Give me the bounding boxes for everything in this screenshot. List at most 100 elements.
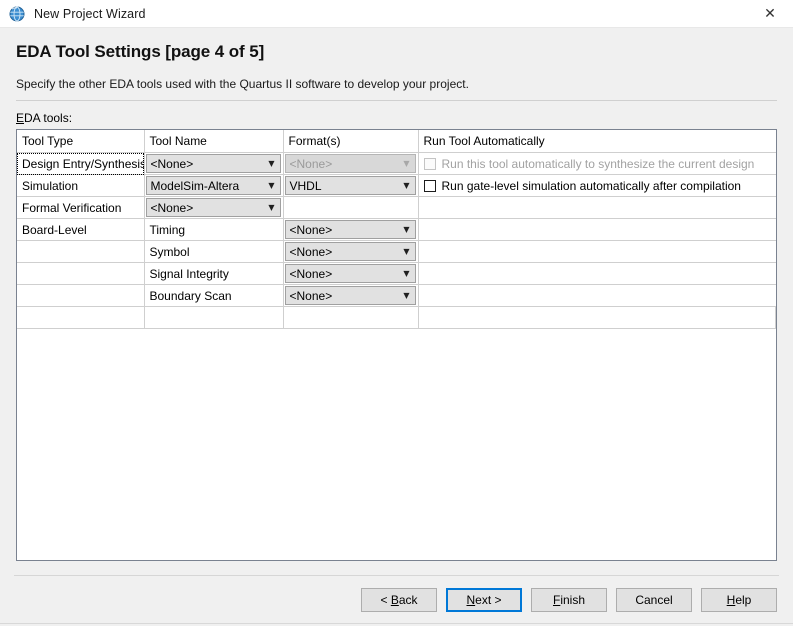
tool-type-label: Formal Verification xyxy=(22,200,122,215)
cell-tool-name[interactable]: ModelSim-Altera ▼ xyxy=(144,174,284,197)
table-row[interactable]: Design Entry/Synthesis <None> ▼ <None> ▼ Run … xyxy=(17,152,776,175)
cell-format[interactable]: <None> ▼ xyxy=(283,218,419,241)
format-combobox[interactable]: <None> ▼ xyxy=(284,220,416,239)
close-icon[interactable]: ✕ xyxy=(747,0,793,27)
tool-name-combobox[interactable]: <None> ▼ xyxy=(145,198,281,217)
run-synthesis-automatically-checkbox: Run this tool automatically to synthesiz… xyxy=(419,153,776,174)
next-button-label: Next > xyxy=(466,593,502,607)
cell-tool-name[interactable]: Boundary Scan xyxy=(144,284,284,307)
next-button[interactable]: Next > xyxy=(446,588,522,612)
footer-divider xyxy=(14,575,779,576)
cell-tool-name[interactable]: <None> ▼ xyxy=(144,196,284,219)
table-row[interactable]: Boundary Scan <None> ▼ xyxy=(17,284,776,307)
tool-type-label: Board-Level xyxy=(22,222,87,237)
accelerator-char: B xyxy=(390,593,399,607)
cell-run-tool-automatically[interactable]: Run this tool automatically to synthesiz… xyxy=(418,152,776,175)
back-button[interactable]: < Back xyxy=(361,588,437,612)
format-combobox[interactable]: <None> ▼ xyxy=(284,242,416,261)
cancel-button[interactable]: Cancel xyxy=(616,588,692,612)
tool-name-combobox-value: ModelSim-Altera xyxy=(150,178,240,193)
cell-format[interactable]: <None> ▼ xyxy=(283,240,419,263)
table-row[interactable]: Symbol <None> ▼ xyxy=(17,240,776,263)
tool-name-label: Symbol xyxy=(149,244,190,259)
run-gate-level-simulation-checkbox-label: Run gate-level simulation automatically … xyxy=(441,178,741,193)
window-title: New Project Wizard xyxy=(34,6,146,21)
run-gate-level-simulation-checkbox-box[interactable] xyxy=(423,179,436,192)
table-row[interactable]: Simulation ModelSim-Altera ▼ VHDL ▼ Run gate-… xyxy=(17,174,776,197)
cell-tool-type[interactable] xyxy=(17,262,145,285)
run-synthesis-automatically-checkbox-box xyxy=(423,157,436,170)
cell-tool-type[interactable]: Formal Verification xyxy=(17,196,145,219)
cell-format xyxy=(283,196,419,219)
cell-run-tool-automatically xyxy=(418,196,776,219)
table-row[interactable]: Signal Integrity <None> ▼ xyxy=(17,262,776,285)
cell-tool-name[interactable]: Symbol xyxy=(144,240,284,263)
cell-format[interactable]: <None> ▼ xyxy=(283,152,419,175)
format-combobox-value: VHDL xyxy=(289,178,322,193)
tool-name-combobox[interactable]: ModelSim-Altera ▼ xyxy=(145,176,281,195)
cell-run-tool-automatically xyxy=(418,284,776,307)
table-row[interactable]: Formal Verification <None> ▼ xyxy=(17,196,776,219)
tool-type-label: Simulation xyxy=(22,178,79,193)
table-row[interactable]: Board-Level Timing <None> ▼ xyxy=(17,218,776,241)
page-subtitle: Specify the other EDA tools used with th… xyxy=(16,77,469,91)
format-combobox-value: <None> xyxy=(289,222,333,237)
format-combobox-value: <None> xyxy=(289,156,333,171)
chevron-down-icon: ▼ xyxy=(268,158,275,168)
cell-tool-name[interactable]: <None> ▼ xyxy=(144,152,284,175)
eda-tools-label: EDA tools: xyxy=(16,111,793,125)
cell-format[interactable]: VHDL ▼ xyxy=(283,174,419,197)
format-combobox[interactable]: <None> ▼ xyxy=(284,286,416,305)
cell-run-tool-automatically xyxy=(418,240,776,263)
tool-name-combobox-value: <None> xyxy=(150,156,194,171)
cell-tool-type[interactable]: Design Entry/Synthesis xyxy=(17,152,145,175)
finish-button[interactable]: Finish xyxy=(531,588,607,612)
col-header-run-tool-automatically: Run Tool Automatically xyxy=(418,130,776,153)
format-combobox[interactable]: VHDL ▼ xyxy=(284,176,416,195)
quartus-globe-icon xyxy=(9,6,25,22)
format-combobox[interactable]: <None> ▼ xyxy=(284,264,416,283)
tool-name-combobox-value: <None> xyxy=(150,200,194,215)
col-header-formats: Format(s) xyxy=(283,130,419,153)
tool-name-label: Timing xyxy=(149,222,186,237)
col-header-tool-type: Tool Type xyxy=(17,130,145,153)
eda-tools-table-panel: Tool Type Tool Name Format(s) Run Tool A… xyxy=(16,129,777,561)
cell-tool-type[interactable]: Board-Level xyxy=(17,218,145,241)
chevron-down-icon: ▼ xyxy=(268,202,275,212)
cell-tool-name[interactable]: Signal Integrity xyxy=(144,262,284,285)
eda-tools-table: Tool Type Tool Name Format(s) Run Tool A… xyxy=(17,130,776,329)
format-combobox: <None> ▼ xyxy=(284,154,416,173)
chevron-down-icon: ▼ xyxy=(403,224,410,234)
cell-format[interactable]: <None> ▼ xyxy=(283,284,419,307)
cell-tool-type[interactable] xyxy=(17,284,145,307)
tool-type-label: Design Entry/Synthesis xyxy=(22,156,144,171)
cell-run-tool-automatically xyxy=(418,218,776,241)
format-combobox-value: <None> xyxy=(289,288,333,303)
cell-tool-name[interactable]: Timing xyxy=(144,218,284,241)
cell-tool-type[interactable] xyxy=(17,240,145,263)
format-combobox-value: <None> xyxy=(289,266,333,281)
dialog-button-bar: < Back Next > Finish Cancel Help xyxy=(361,588,777,612)
run-gate-level-simulation-checkbox[interactable]: Run gate-level simulation automatically … xyxy=(419,175,776,196)
tool-name-combobox[interactable]: <None> ▼ xyxy=(145,154,281,173)
table-row-empty xyxy=(17,306,776,329)
chevron-down-icon: ▼ xyxy=(403,158,410,168)
chevron-down-icon: ▼ xyxy=(403,290,410,300)
run-synthesis-automatically-checkbox-label: Run this tool automatically to synthesiz… xyxy=(441,156,755,171)
header-divider xyxy=(16,100,777,101)
col-header-tool-name: Tool Name xyxy=(144,130,284,153)
page-header: EDA Tool Settings [page 4 of 5] Specify … xyxy=(0,28,793,91)
help-button-label: Help xyxy=(726,593,752,607)
help-button[interactable]: Help xyxy=(701,588,777,612)
page-title: EDA Tool Settings [page 4 of 5] xyxy=(16,42,265,61)
finish-button-label: Finish xyxy=(552,593,586,607)
cell-format[interactable]: <None> ▼ xyxy=(283,262,419,285)
table-header-row: Tool Type Tool Name Format(s) Run Tool A… xyxy=(17,130,776,153)
cell-empty xyxy=(283,306,419,329)
cell-tool-type[interactable]: Simulation xyxy=(17,174,145,197)
format-combobox-value: <None> xyxy=(289,244,333,259)
cell-run-tool-automatically[interactable]: Run gate-level simulation automatically … xyxy=(418,174,776,197)
tool-name-label: Boundary Scan xyxy=(149,288,232,303)
cell-empty xyxy=(418,306,776,329)
cell-run-tool-automatically xyxy=(418,262,776,285)
